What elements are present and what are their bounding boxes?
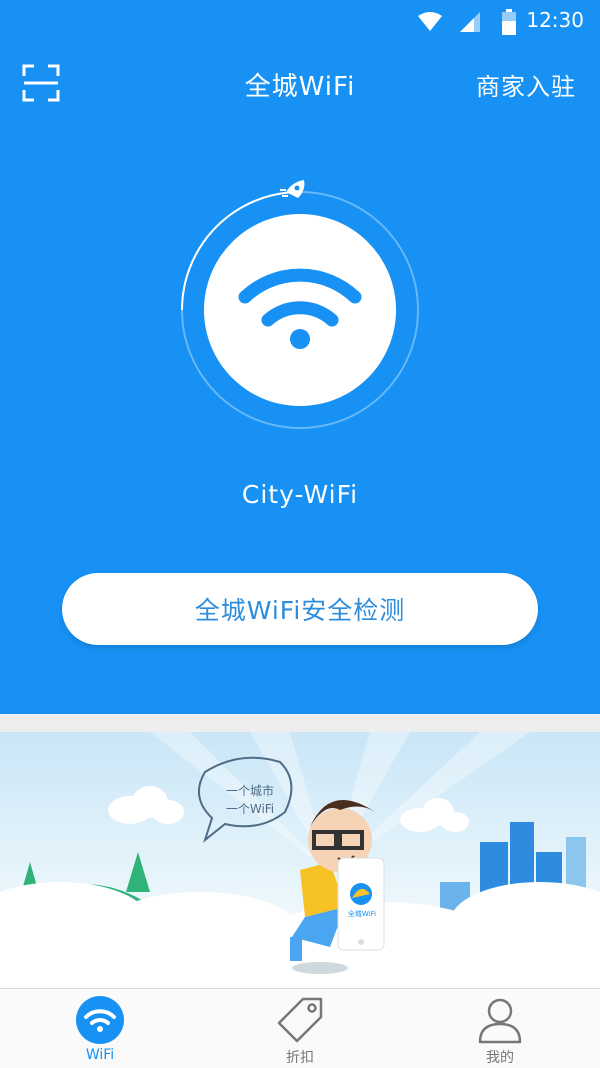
speech-bubble-text: 一个城市 一个WiFi [205,782,295,818]
wifi-signal-icon [418,12,442,31]
cloud-left [108,786,184,824]
section-divider [0,714,600,732]
tab-label-wifi: WiFi [85,1047,115,1063]
tab-label-discount: 折扣 [286,1050,314,1066]
title-bar: 全城WiFi 商家入驻 [0,54,600,110]
status-bar: 12:30 [0,0,600,44]
phone-illustration [337,857,385,951]
tab-wifi[interactable]: WiFi [0,989,200,1068]
speech-bubble-line-1: 一个城市 [225,784,274,798]
status-time: 12:30 [526,8,584,32]
banner-illustration [0,732,600,988]
battery-icon [502,9,516,35]
tab-label-mine: 我的 [486,1050,514,1066]
tab-discount[interactable]: 折扣 [200,989,400,1068]
security-check-button[interactable]: 全城WiFi安全检测 [62,573,538,645]
hero-section: 12:30 全城WiFi 商家入驻 City-WiFi 全城WiFi安全检测 [0,0,600,714]
network-name: City-WiFi [241,480,359,509]
wifi-icon [76,996,124,1044]
tab-mine[interactable]: 我的 [400,989,600,1068]
promo-banner[interactable]: 一个城市 一个WiFi 全城WiFi [0,732,600,988]
merchant-join-button[interactable]: 商家入驻 [476,67,576,102]
speech-bubble-line-2: 一个WiFi [225,802,275,816]
person-icon [478,998,522,1044]
cell-signal-icon [460,12,480,32]
rocket-icon [280,180,305,198]
phone-screen-label: 全城WiFi [347,910,377,918]
wifi-connect-button[interactable] [170,170,430,440]
bottom-tab-bar: WiFi 折扣 我的 [0,988,600,1068]
tag-icon [277,997,323,1043]
